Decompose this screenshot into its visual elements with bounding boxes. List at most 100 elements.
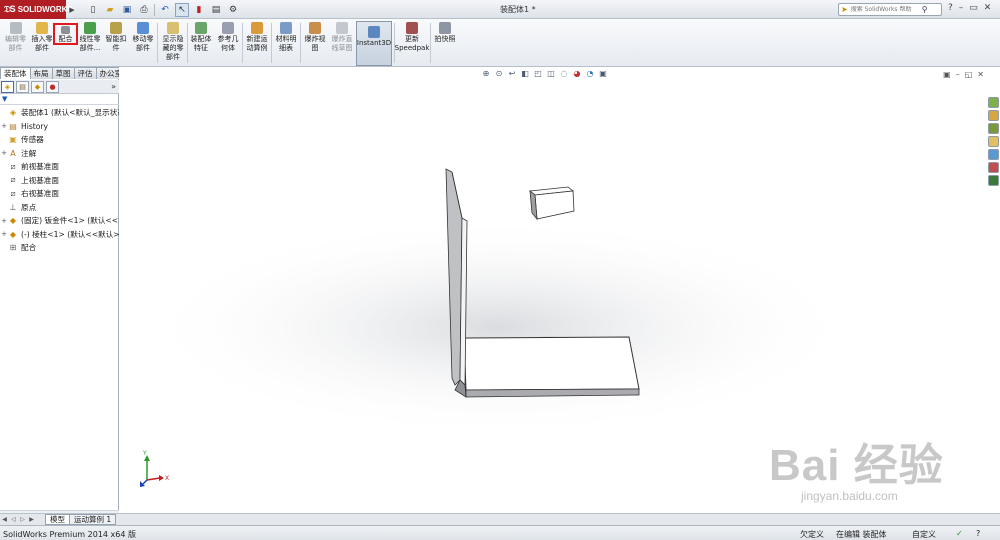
tree-node[interactable]: + A 注解 xyxy=(0,147,119,161)
instant3d-button[interactable]: Instant3D xyxy=(356,21,392,66)
tree-node[interactable]: + ◆ (固定) 钣金件<1> (默认<< xyxy=(0,214,119,228)
smart-fasteners-label: 智能扣 件 xyxy=(105,35,127,52)
snapshot-button[interactable]: 拍快照 xyxy=(432,21,458,65)
rebuild-icon[interactable]: ▮ xyxy=(192,3,206,17)
solidworks-logo[interactable]: 𝔇S SOLIDWORKS xyxy=(0,0,73,19)
show-hidden-label: 显示隐 藏的零 部件 xyxy=(162,35,184,61)
assembly-features-button[interactable]: 装配体 特征 xyxy=(189,21,213,65)
tab-evaluate[interactable]: 评估 xyxy=(73,67,97,79)
history-icon: ▤ xyxy=(9,121,17,131)
feature-tree: ◈ 装配体1 (默认<默认_显示状态 + ▤ History ▣ 传感器 + A 注解 ⧄ 前视基准面… xyxy=(0,106,119,255)
last-tab-icon[interactable]: ▶ xyxy=(27,516,36,523)
tree-node[interactable]: ⧄ 右视基准面 xyxy=(0,187,119,201)
tree-node[interactable]: + ▤ History xyxy=(0,120,119,134)
tab-layout[interactable]: 布局 xyxy=(29,67,53,79)
expand-panel-icon[interactable]: » xyxy=(111,82,116,91)
expand-icon[interactable]: + xyxy=(0,149,8,157)
move-component-icon xyxy=(137,22,149,34)
tree-node-label: 装配体1 (默认<默认_显示状态 xyxy=(21,108,119,118)
tab-model[interactable]: 模型 xyxy=(45,514,70,525)
tree-node-label: (固定) 钣金件<1> (默认<< xyxy=(21,216,119,226)
tree-node[interactable]: ▣ 传感器 xyxy=(0,133,119,147)
tree-node[interactable]: ◈ 装配体1 (默认<默认_显示状态 xyxy=(0,106,119,120)
help-icon[interactable]: ? xyxy=(948,3,953,13)
view-palette-icon[interactable] xyxy=(988,136,999,147)
close-icon[interactable]: ✕ xyxy=(984,3,992,13)
property-manager-icon[interactable]: ▤ xyxy=(16,80,29,93)
tree-node-label: 右视基准面 xyxy=(21,189,59,199)
svg-text:Y: Y xyxy=(142,450,147,457)
tab-sketch[interactable]: 草图 xyxy=(51,67,75,79)
new-motion-study-button[interactable]: 新建运 动算例 xyxy=(244,21,270,65)
help-search-input[interactable] xyxy=(850,6,919,13)
bill-of-materials-button[interactable]: 材料明 细表 xyxy=(273,21,299,65)
graphics-area[interactable]: ⊕ ⊙ ↩ ◧ ◰ ◫ ◌ ◕ ◔ ▣ ▣ – ◱ ✕ Y X Bai 经验 j… xyxy=(119,67,988,513)
linear-pattern-icon xyxy=(84,22,96,34)
update-speedpak-button[interactable]: 更新 Speedpak xyxy=(395,21,429,65)
file-explorer-icon[interactable] xyxy=(988,123,999,134)
mate-button[interactable]: 配合 xyxy=(53,23,78,45)
expand-icon[interactable]: + xyxy=(0,217,8,225)
open-folder-icon[interactable]: ▰ xyxy=(103,3,117,17)
help-status-icon[interactable]: ? xyxy=(976,529,980,538)
next-tab-icon[interactable]: ▷ xyxy=(18,516,27,523)
expand-icon[interactable]: + xyxy=(0,230,8,238)
insert-component-button[interactable]: 插入零 部件 xyxy=(30,21,54,65)
appearances-icon[interactable] xyxy=(988,149,999,160)
snapshot-label: 拍快照 xyxy=(434,35,456,43)
restore-icon[interactable]: ▭ xyxy=(969,3,978,13)
tree-node[interactable]: + ◆ (-) 棱柱<1> (默认<<默认> xyxy=(0,228,119,242)
plane-icon: ⧄ xyxy=(10,188,16,198)
first-tab-icon[interactable]: ◀ xyxy=(0,516,9,523)
undo-icon[interactable]: ↶ xyxy=(158,3,172,17)
new-document-icon[interactable]: ▯ xyxy=(86,3,100,17)
edit-component-icon xyxy=(9,22,22,34)
move-component-button[interactable]: 移动零 部件 xyxy=(130,21,156,65)
display-manager-icon[interactable]: ● xyxy=(46,80,59,93)
tree-node[interactable]: ⧄ 前视基准面 xyxy=(0,160,119,174)
tree-node[interactable]: ⊥ 原点 xyxy=(0,201,119,215)
edit-mode-status[interactable]: 在编辑 装配体 xyxy=(836,529,887,540)
file-properties-icon[interactable]: ▤ xyxy=(209,3,223,17)
print-icon[interactable]: ⎙ xyxy=(137,3,151,17)
filter-icon[interactable]: ▼ xyxy=(0,95,119,105)
search-icon[interactable]: ⚲ xyxy=(922,5,928,14)
reference-geometry-button[interactable]: 参考几 何体 xyxy=(215,21,241,65)
design-library-icon[interactable] xyxy=(988,110,999,121)
units-status[interactable]: 自定义 xyxy=(912,529,936,540)
prev-tab-icon[interactable]: ◁ xyxy=(9,516,18,523)
help-search-box[interactable]: ➤ ⚲ xyxy=(838,3,942,16)
tree-node-label: (-) 棱柱<1> (默认<<默认> xyxy=(21,229,119,239)
smart-fasteners-button[interactable]: 智能扣 件 xyxy=(103,21,129,65)
show-hidden-button[interactable]: 显示隐 藏的零 部件 xyxy=(160,21,186,65)
select-cursor-icon[interactable]: ↖ xyxy=(175,2,189,17)
explode-line-sketch-button[interactable]: 爆炸直 线草图 xyxy=(329,21,355,65)
feature-manager-icon[interactable]: ◈ xyxy=(1,80,14,93)
options-gear-icon[interactable]: ⚙ xyxy=(226,3,240,17)
exploded-view-button[interactable]: 爆炸视 图 xyxy=(302,21,328,65)
menu-arrow-icon[interactable]: ▶ xyxy=(67,4,77,16)
tree-node[interactable]: ⧄ 上视基准面 xyxy=(0,174,119,188)
reference-geometry-label: 参考几 何体 xyxy=(217,35,239,52)
edit-component-button[interactable]: 编辑零 部件 xyxy=(2,21,29,65)
tab-assembly[interactable]: 装配体 xyxy=(0,67,31,79)
plane-icon: ⧄ xyxy=(10,161,16,171)
toolbar-separator xyxy=(242,23,243,63)
rebuild-status-icon[interactable]: ✓ xyxy=(956,529,963,538)
tree-node[interactable]: ⊞ 配合 xyxy=(0,241,119,255)
assembly-features-label: 装配体 特征 xyxy=(190,35,212,52)
linear-pattern-button[interactable]: 线性零 部件... xyxy=(78,21,102,65)
expand-icon[interactable]: + xyxy=(0,122,8,130)
part-icon: ◆ xyxy=(9,229,17,239)
search-scope-icon[interactable]: ➤ xyxy=(841,5,848,14)
resources-icon[interactable] xyxy=(988,97,999,108)
configuration-manager-icon[interactable]: ◆ xyxy=(31,80,44,93)
prism-part[interactable] xyxy=(528,186,575,221)
forum-icon[interactable] xyxy=(988,175,999,186)
minimize-icon[interactable]: – xyxy=(959,3,964,13)
custom-properties-icon[interactable] xyxy=(988,162,999,173)
tab-motion-study[interactable]: 运动算例 1 xyxy=(69,514,117,525)
tree-node-label: 前视基准面 xyxy=(21,162,59,172)
save-icon[interactable]: ▣ xyxy=(120,3,134,17)
insert-component-icon xyxy=(36,22,48,34)
